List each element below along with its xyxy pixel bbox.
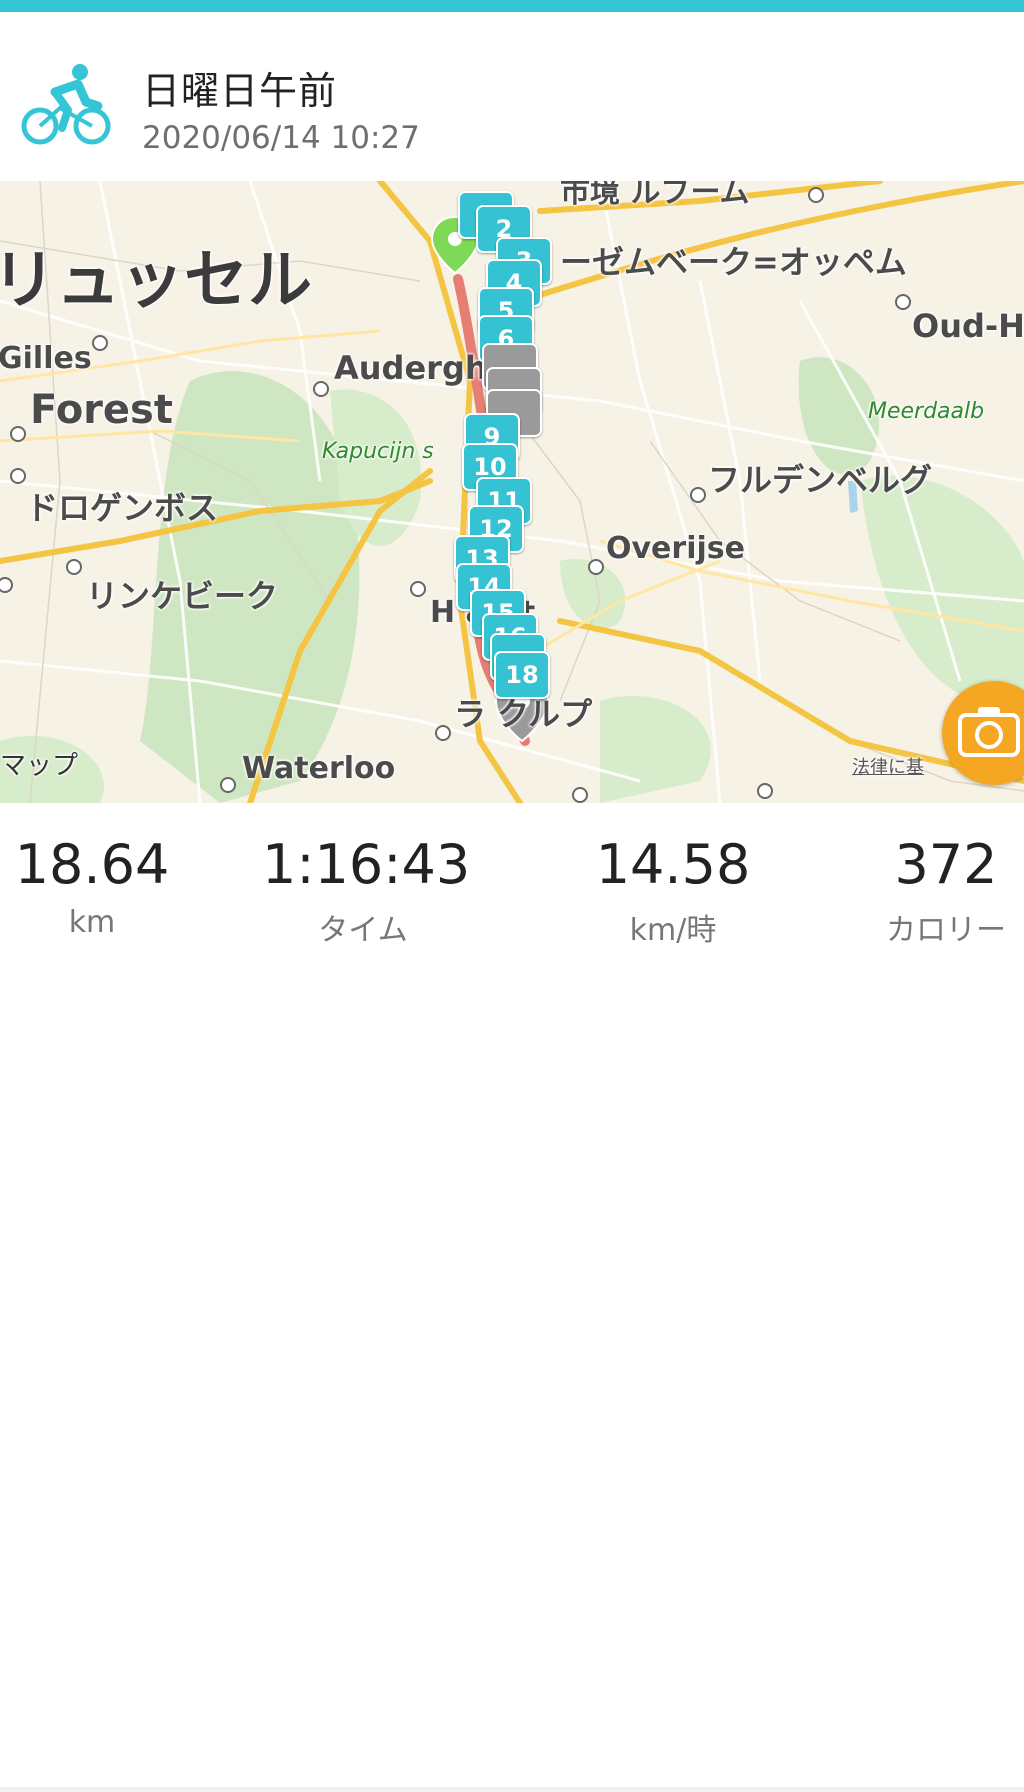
stat-duration-value: 1:16:43	[262, 833, 471, 896]
maps-attribution: マップ	[0, 751, 79, 781]
map-label-kapucijnenbos: Kapucijn s	[322, 439, 434, 464]
map-label-waterloo: Waterloo	[242, 751, 396, 786]
map-label-drogenbos: ドロゲンボス	[26, 489, 219, 527]
map-label-linkebeek: リンケビーク	[86, 577, 279, 615]
stat-distance-value: 18.64	[14, 833, 170, 896]
stat-distance: 18.64 km	[8, 833, 176, 940]
map-label-gilles: Gilles	[0, 341, 92, 376]
route-map[interactable]: 市境 ルブーム リュッセル ーゼムベーク=オッペム Oud-H Gilles A…	[0, 181, 1024, 803]
map-legal-link[interactable]: 法律に基	[852, 753, 924, 779]
map-label-forest: Forest	[30, 387, 173, 433]
map-label-oud-heverlee: Oud-H	[912, 307, 1024, 345]
map-label-zaventem: ーゼムベーク=オッペム	[560, 243, 907, 281]
map-label-huldenberg: フルデンベルグ	[708, 461, 933, 499]
map-label-top: 市境 ルブーム	[560, 181, 750, 210]
stat-calories-unit: カロリー	[886, 913, 1006, 948]
stat-speed-unit: km/時	[629, 913, 717, 948]
camera-button[interactable]	[942, 681, 1024, 785]
activity-header: 日曜日午前 2020/06/14 10:27	[0, 12, 1024, 181]
stat-distance-unit: km	[68, 905, 116, 940]
bottom-divider	[0, 1787, 1024, 1792]
cycling-icon	[21, 64, 111, 145]
stat-calories: 372 カロリー	[868, 833, 1024, 949]
activity-title: 日曜日午前	[142, 69, 338, 113]
map-label-overijse: Overijse	[606, 531, 745, 566]
stat-duration-unit: タイム	[318, 913, 408, 948]
activity-stats: 18.64 km 1:16:43 タイム 14.58 km/時 372 カロリー	[0, 803, 1024, 1792]
stat-speed-value: 14.58	[595, 833, 751, 896]
stat-duration: 1:16:43 タイム	[262, 833, 471, 949]
camera-icon	[958, 707, 1020, 757]
stat-calories-value: 372	[894, 833, 998, 896]
map-label-meerdaal: Meerdaalb	[868, 399, 985, 424]
map-label-city: リュッセル	[0, 244, 312, 318]
km-marker-18[interactable]: 18	[494, 651, 550, 699]
top-accent-bar	[0, 0, 1024, 12]
stat-speed: 14.58 km/時	[588, 833, 758, 949]
activity-datetime: 2020/06/14 10:27	[142, 120, 420, 156]
